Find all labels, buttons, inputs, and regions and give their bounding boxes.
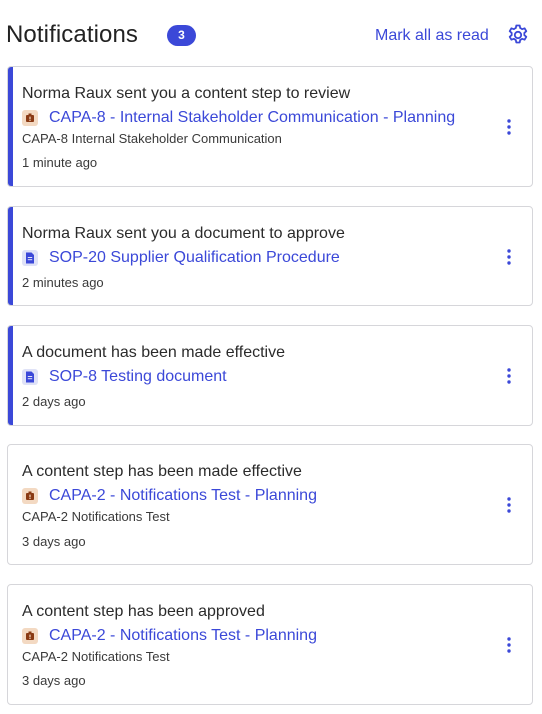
document-icon	[22, 369, 38, 385]
unread-count-badge: 3	[167, 25, 196, 46]
notification-message: A content step has been approved	[22, 603, 265, 620]
page-title: Notifications	[6, 21, 139, 48]
notification-link-row: SOP-20 Supplier Qualification Procedure	[22, 248, 340, 268]
notification-time: 3 days ago	[22, 673, 86, 688]
notification-message: Norma Raux sent you a document to approv…	[22, 225, 345, 242]
notification-card[interactable]: Norma Raux sent you a document to approv…	[7, 206, 533, 306]
notification-subtitle: CAPA-2 Notifications Test	[22, 649, 170, 664]
notification-card[interactable]: A content step has been made effective C…	[7, 444, 533, 565]
notification-card[interactable]: A content step has been approved CAPA-2 …	[7, 584, 533, 705]
notification-item-link[interactable]: CAPA-2 - Notifications Test - Planning	[49, 626, 317, 646]
capa-icon	[22, 628, 38, 644]
notification-time: 3 days ago	[22, 534, 86, 549]
notification-message: Norma Raux sent you a content step to re…	[22, 85, 351, 102]
notification-link-row: CAPA-2 - Notifications Test - Planning	[22, 626, 317, 646]
notification-message: A document has been made effective	[22, 344, 285, 361]
notification-time: 1 minute ago	[22, 155, 98, 170]
mark-all-as-read-link[interactable]: Mark all as read	[375, 26, 489, 46]
notification-card[interactable]: Norma Raux sent you a content step to re…	[7, 66, 533, 187]
document-icon	[22, 250, 38, 266]
notification-item-link[interactable]: CAPA-2 - Notifications Test - Planning	[49, 486, 317, 506]
notification-time: 2 days ago	[22, 394, 86, 409]
more-options-icon[interactable]	[500, 493, 518, 517]
notification-link-row: CAPA-2 - Notifications Test - Planning	[22, 486, 317, 506]
notification-time: 2 minutes ago	[22, 275, 104, 290]
settings-gear-icon[interactable]	[506, 23, 530, 47]
capa-icon	[22, 488, 38, 504]
notifications-header: Notifications 3 Mark all as read	[0, 0, 542, 66]
notification-item-link[interactable]: CAPA-8 - Internal Stakeholder Communicat…	[49, 108, 455, 128]
notification-message: A content step has been made effective	[22, 463, 302, 480]
capa-icon	[22, 110, 38, 126]
notification-subtitle: CAPA-8 Internal Stakeholder Communicatio…	[22, 131, 282, 146]
notification-item-link[interactable]: SOP-8 Testing document	[49, 367, 227, 387]
notification-link-row: SOP-8 Testing document	[22, 367, 227, 387]
notification-subtitle: CAPA-2 Notifications Test	[22, 509, 170, 524]
notification-link-row: CAPA-8 - Internal Stakeholder Communicat…	[22, 108, 455, 128]
more-options-icon[interactable]	[500, 633, 518, 657]
more-options-icon[interactable]	[500, 115, 518, 139]
more-options-icon[interactable]	[500, 364, 518, 388]
notification-card[interactable]: A document has been made effective SOP-8…	[7, 325, 533, 426]
notification-item-link[interactable]: SOP-20 Supplier Qualification Procedure	[49, 248, 340, 268]
more-options-icon[interactable]	[500, 245, 518, 269]
